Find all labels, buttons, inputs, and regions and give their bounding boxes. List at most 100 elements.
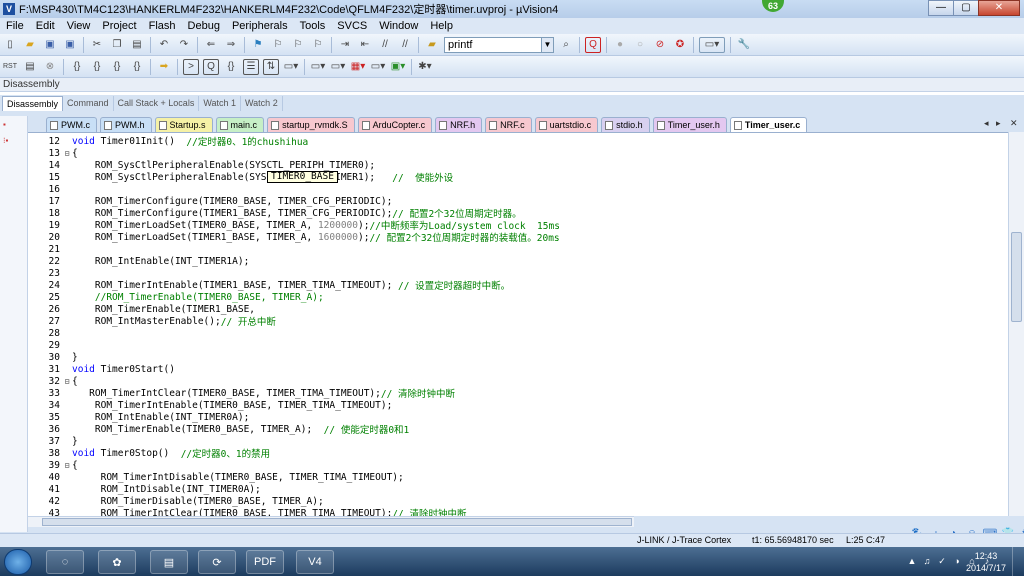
- cut-icon[interactable]: ✂: [89, 37, 105, 53]
- tray-power-icon[interactable]: ◑: [951, 555, 963, 567]
- code-line[interactable]: 40 ROM_TimerIntDisable(TIMER0_BASE, TIME…: [28, 471, 1023, 483]
- new-file-icon[interactable]: ▯: [2, 37, 18, 53]
- editor-tab[interactable]: PWM.h: [100, 117, 152, 132]
- code-line[interactable]: 23: [28, 267, 1023, 279]
- taskbar-app-icon[interactable]: ✿: [98, 550, 136, 574]
- symbols-window-icon[interactable]: {}: [223, 59, 239, 75]
- taskbar-pdf-icon[interactable]: PDF: [246, 550, 284, 574]
- tab-call-stack-locals[interactable]: Call Stack + Locals: [114, 96, 200, 111]
- close-button[interactable]: ✕: [978, 0, 1020, 16]
- code-line[interactable]: 37}: [28, 435, 1023, 447]
- tray-audio-icon[interactable]: ♫: [921, 555, 933, 567]
- clear-bookmarks-icon[interactable]: ⚐: [310, 37, 326, 53]
- editor-tab[interactable]: Timer_user.c: [729, 117, 808, 132]
- step-out-icon[interactable]: {}: [109, 59, 125, 75]
- tab-scroll-left-icon[interactable]: ◂: [984, 118, 989, 129]
- taskbar-uvision-icon[interactable]: V4: [296, 550, 334, 574]
- editor-tab[interactable]: PWM.c: [46, 117, 97, 132]
- taskbar-browser-icon[interactable]: ⟳: [198, 550, 236, 574]
- code-line[interactable]: 24 ROM_TimerIntEnable(TIMER1_BASE, TIMER…: [28, 279, 1023, 293]
- open-folder-icon[interactable]: ▰: [22, 37, 38, 53]
- chevron-down-icon[interactable]: ▼: [541, 37, 553, 52]
- code-editor[interactable]: 12 void Timer01Init() //定时器0、1的chushihua 1…: [28, 132, 1024, 516]
- serial-window-icon[interactable]: ▭▾: [330, 59, 346, 75]
- uncomment-icon[interactable]: //: [397, 37, 413, 53]
- editor-tab[interactable]: stdio.h: [601, 117, 650, 132]
- code-line[interactable]: 14 ROM_SysCtlPeripheralEnable(SYSCTL_PER…: [28, 159, 1023, 171]
- editor-tab[interactable]: uartstdio.c: [534, 117, 599, 132]
- find-combo[interactable]: printf ▼: [444, 36, 554, 53]
- menu-edit[interactable]: Edit: [30, 20, 61, 32]
- disassembly-window-icon[interactable]: Q: [203, 58, 219, 75]
- redo-icon[interactable]: ↷: [176, 37, 192, 53]
- tray-security-icon[interactable]: ✓: [936, 555, 948, 567]
- minimize-button[interactable]: —: [928, 0, 954, 16]
- menu-project[interactable]: Project: [96, 20, 142, 32]
- tab-scroll-right-icon[interactable]: ▸: [996, 118, 1001, 129]
- code-line[interactable]: 35 ROM_IntEnable(INT_TIMER0A);: [28, 411, 1023, 423]
- start-button[interactable]: [4, 549, 32, 575]
- window-layout-icon[interactable]: ▭▾: [699, 36, 725, 53]
- call-stack-icon[interactable]: ⇅: [263, 58, 279, 75]
- code-line[interactable]: 32 ⊟{: [28, 375, 1023, 387]
- command-window-icon[interactable]: >: [183, 58, 199, 75]
- next-bookmark-icon[interactable]: ⚐: [290, 37, 306, 53]
- run-icon[interactable]: ▤: [22, 59, 38, 75]
- code-line[interactable]: 15 ROM_SysCtlPeripheralEnable(SYSCTL_PER…: [28, 171, 1023, 185]
- tab-disassembly[interactable]: Disassembly: [2, 96, 64, 111]
- find-in-files-icon[interactable]: ▰: [424, 37, 440, 53]
- enable-breakpoint-icon[interactable]: ○: [632, 37, 648, 53]
- step-into-icon[interactable]: {}: [69, 59, 85, 75]
- save-icon[interactable]: ▣: [42, 37, 58, 53]
- tray-expand-icon[interactable]: ▲: [906, 555, 918, 567]
- vertical-scrollbar[interactable]: [1008, 132, 1024, 516]
- indent-icon[interactable]: ⇥: [337, 37, 353, 53]
- reset-icon[interactable]: RST: [2, 59, 18, 75]
- watch-window-icon[interactable]: ▭▾: [283, 59, 299, 75]
- menu-view[interactable]: View: [61, 20, 97, 32]
- show-desktop-button[interactable]: [1012, 547, 1024, 576]
- run-to-cursor-icon[interactable]: {}: [129, 59, 145, 75]
- memory-window-icon[interactable]: ▭▾: [310, 59, 326, 75]
- code-line[interactable]: 30}: [28, 351, 1023, 363]
- bookmark-marker-icon[interactable]: ▪: [3, 120, 23, 130]
- taskbar-explorer-icon[interactable]: ▤: [150, 550, 188, 574]
- menu-file[interactable]: File: [0, 20, 30, 32]
- code-line[interactable]: 21: [28, 243, 1023, 255]
- code-line[interactable]: 39 ⊟{: [28, 459, 1023, 471]
- debug-session-icon[interactable]: Q: [585, 36, 601, 53]
- maximize-button[interactable]: ▢: [953, 0, 979, 16]
- code-line[interactable]: 16: [28, 183, 1023, 195]
- toolbox-icon[interactable]: ✱▾: [417, 59, 433, 75]
- scroll-thumb[interactable]: [1011, 232, 1022, 322]
- analysis-window-icon[interactable]: ▦▾: [350, 59, 366, 75]
- tab-close-icon[interactable]: ✕: [1010, 118, 1018, 129]
- menu-flash[interactable]: Flash: [143, 20, 182, 32]
- undo-icon[interactable]: ↶: [156, 37, 172, 53]
- code-line[interactable]: 36 ROM_TimerEnable(TIMER0_BASE, TIMER_A)…: [28, 423, 1023, 437]
- horizontal-scrollbar[interactable]: [28, 516, 634, 527]
- taskbar-app-icon[interactable]: ◌: [46, 550, 84, 574]
- code-line[interactable]: 41 ROM_IntDisable(INT_TIMER0A);: [28, 483, 1023, 495]
- fold-marker-icon[interactable]: ⊟: [62, 377, 72, 386]
- code-line[interactable]: 26 ROM_TimerEnable(TIMER1_BASE,: [28, 303, 1023, 315]
- editor-tab[interactable]: main.c: [215, 117, 265, 132]
- stop-icon[interactable]: ⊗: [42, 59, 58, 75]
- fold-marker-icon[interactable]: ⊟: [62, 149, 72, 158]
- paste-icon[interactable]: ▤: [129, 37, 145, 53]
- editor-tab[interactable]: ArduCopter.c: [357, 117, 433, 132]
- disable-breakpoint-icon[interactable]: ⊘: [652, 37, 668, 53]
- editor-tab[interactable]: startup_rvmdk.S: [267, 117, 355, 132]
- prev-bookmark-icon[interactable]: ⚐: [270, 37, 286, 53]
- code-line[interactable]: 12 void Timer01Init() //定时器0、1的chushihua: [28, 135, 1023, 149]
- editor-tab[interactable]: Timer_user.h: [652, 117, 727, 132]
- step-over-icon[interactable]: {}: [89, 59, 105, 75]
- breakpoint-icon[interactable]: ●: [612, 37, 628, 53]
- code-line[interactable]: 43 ROM_TimerIntClear(TIMER0_BASE, TIMER_…: [28, 507, 1023, 517]
- code-line[interactable]: 42 ROM_TimerDisable(TIMER0_BASE, TIMER_A…: [28, 495, 1023, 507]
- nav-back-icon[interactable]: ⇐: [203, 37, 219, 53]
- tab-watch-2[interactable]: Watch 2: [241, 96, 283, 111]
- code-line[interactable]: 29: [28, 339, 1023, 351]
- trace-window-icon[interactable]: ▭▾: [370, 59, 386, 75]
- code-line[interactable]: 27 ROM_IntMasterEnable();// 开总中断: [28, 315, 1023, 329]
